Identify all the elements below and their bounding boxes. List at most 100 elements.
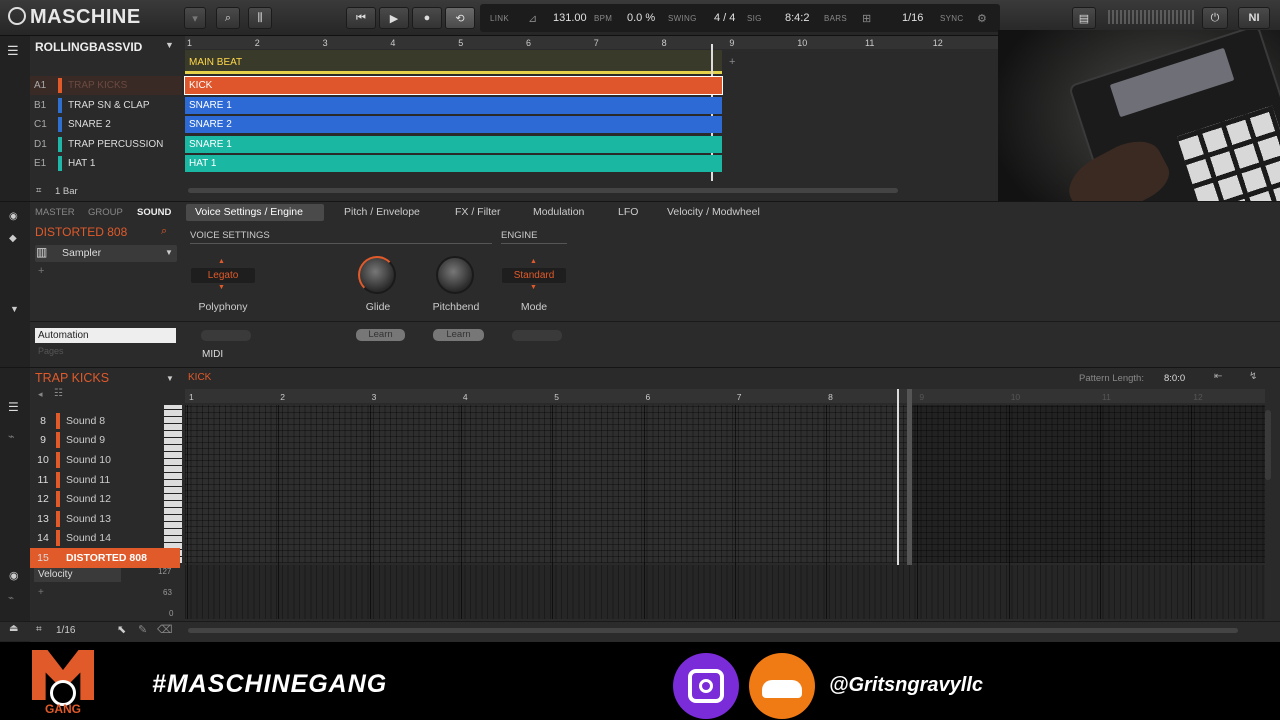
link-label[interactable]: LINK bbox=[490, 14, 509, 23]
tab-group[interactable]: GROUP bbox=[88, 207, 123, 218]
plugin-slot[interactable] bbox=[35, 245, 177, 262]
sync-label[interactable]: SYNC bbox=[940, 14, 963, 23]
glide-learn-button[interactable]: Learn bbox=[356, 329, 405, 341]
sound-row[interactable]: 13 Sound 13 bbox=[30, 509, 180, 529]
pattern-clip[interactable]: SNARE 2 bbox=[185, 116, 722, 134]
pattern-clip[interactable]: SNARE 1 bbox=[185, 135, 722, 153]
project-dropdown-icon[interactable]: ▼ bbox=[165, 40, 174, 50]
eject-icon[interactable]: ⏏ bbox=[9, 623, 18, 634]
pitchbend-knob[interactable] bbox=[436, 256, 474, 294]
polyphony-down-icon[interactable]: ▼ bbox=[218, 284, 225, 291]
midi-edit-icon[interactable]: ⌁ bbox=[8, 593, 14, 604]
automation-field[interactable]: Automation bbox=[35, 328, 176, 343]
pattern-length-value[interactable]: 8:0:0 bbox=[1164, 373, 1185, 384]
velocity-icon[interactable]: ◉ bbox=[9, 569, 19, 582]
scene-lane[interactable] bbox=[185, 50, 722, 72]
pattern-menu-icon[interactable]: ☰ bbox=[8, 400, 19, 414]
zoom-icon[interactable]: ⇤ bbox=[1214, 371, 1222, 382]
tab-velocity-modwheel[interactable]: Velocity / Modwheel bbox=[667, 206, 760, 218]
swing-value[interactable]: 0.0 % bbox=[627, 12, 655, 24]
sound-back-icon[interactable]: ◂ bbox=[38, 389, 43, 400]
mode-selector[interactable]: Standard bbox=[502, 268, 566, 283]
browser-search-icon[interactable]: ⌕ bbox=[216, 7, 240, 29]
sound-list-icon[interactable]: ☷ bbox=[54, 388, 63, 399]
group-row[interactable]: A1 TRAP KICKS bbox=[30, 76, 182, 95]
mode-down-icon[interactable]: ▼ bbox=[530, 284, 537, 291]
restart-button[interactable]: ⏮ bbox=[346, 7, 376, 29]
pattern-clip[interactable]: KICK bbox=[184, 76, 723, 95]
play-button[interactable]: ▶ bbox=[379, 7, 409, 29]
mixer-icon[interactable]: ⫼ bbox=[248, 7, 272, 29]
arranger-menu-icon[interactable]: ☰ bbox=[7, 43, 19, 59]
plugin-name[interactable]: Sampler bbox=[62, 247, 101, 259]
sound-row[interactable]: 12 Sound 12 bbox=[30, 489, 180, 509]
sound-row[interactable]: 15 DISTORTED 808 bbox=[30, 548, 180, 568]
quantize-value[interactable]: 1/16 bbox=[902, 12, 923, 24]
glide-knob[interactable] bbox=[358, 256, 396, 294]
sound-search-icon[interactable]: ⌕ bbox=[161, 225, 167, 238]
sound-row[interactable]: 9 Sound 9 bbox=[30, 431, 180, 451]
collapse-icon[interactable]: ▼ bbox=[10, 304, 19, 314]
tab-lfo[interactable]: LFO bbox=[618, 206, 638, 218]
keyboard-view-icon[interactable]: ⌁ bbox=[8, 430, 15, 443]
group-row[interactable]: C1 SNARE 2 bbox=[30, 115, 182, 134]
polyphony-up-icon[interactable]: ▲ bbox=[218, 258, 225, 265]
pitchbend-learn-button[interactable]: Learn bbox=[433, 329, 484, 341]
add-plugin-icon[interactable]: + bbox=[38, 265, 44, 277]
bar-length[interactable]: 1 Bar bbox=[55, 186, 78, 197]
loop-button[interactable]: ⟲ bbox=[445, 7, 475, 29]
tab-master[interactable]: MASTER bbox=[35, 207, 75, 218]
plugin-icon[interactable]: ◆ bbox=[9, 233, 17, 244]
add-scene-icon[interactable]: + bbox=[729, 56, 735, 68]
group-row[interactable]: D1 TRAP PERCUSSION bbox=[30, 135, 182, 154]
group-row[interactable]: E1 HAT 1 bbox=[30, 154, 182, 173]
tempo-value[interactable]: 131.00 bbox=[553, 12, 587, 24]
sound-name[interactable]: DISTORTED 808 bbox=[35, 225, 127, 239]
scene-label[interactable]: MAIN BEAT bbox=[189, 57, 242, 68]
tab-fx-filter[interactable]: FX / Filter bbox=[455, 206, 501, 218]
pointer-tool-icon[interactable]: ⬉ bbox=[117, 623, 126, 636]
tab-voice-settings[interactable]: Voice Settings / Engine bbox=[195, 206, 303, 218]
pages-label[interactable]: Pages bbox=[38, 346, 64, 356]
step-grid-icon[interactable]: ⌗ bbox=[36, 624, 42, 635]
group-name[interactable]: TRAP KICKS bbox=[35, 371, 109, 385]
record-button[interactable]: ● bbox=[412, 7, 442, 29]
pattern-clip[interactable]: SNARE 1 bbox=[185, 96, 722, 114]
grid-icon[interactable]: ⌗ bbox=[36, 185, 41, 196]
mode-slot[interactable] bbox=[512, 330, 562, 341]
pattern-clip[interactable]: HAT 1 bbox=[185, 155, 722, 173]
tab-sound[interactable]: SOUND bbox=[137, 207, 171, 218]
tab-pitch-envelope[interactable]: Pitch / Envelope bbox=[344, 206, 420, 218]
group-dropdown-icon[interactable]: ▼ bbox=[166, 374, 174, 383]
pattern-scrollbar[interactable] bbox=[188, 628, 1238, 633]
project-name[interactable]: ROLLINGBASSVID bbox=[35, 40, 142, 54]
group-row[interactable]: B1 TRAP SN & CLAP bbox=[30, 96, 182, 115]
sound-row[interactable]: 10 Sound 10 bbox=[30, 450, 180, 470]
settings-gear-icon[interactable]: ⚙ bbox=[977, 12, 987, 25]
pattern-vscroll[interactable] bbox=[1265, 410, 1271, 480]
erase-tool-icon[interactable]: ⌫ bbox=[157, 623, 173, 636]
pattern-name[interactable]: KICK bbox=[188, 372, 211, 383]
pencil-tool-icon[interactable]: ✎ bbox=[138, 623, 147, 636]
sound-row[interactable]: 11 Sound 11 bbox=[30, 470, 180, 490]
polyphony-selector[interactable]: Legato bbox=[191, 268, 255, 283]
ni-logo[interactable]: NI bbox=[1238, 7, 1270, 29]
channel-icon[interactable]: ◉ bbox=[9, 211, 18, 222]
step-size[interactable]: 1/16 bbox=[56, 625, 75, 636]
follow-icon[interactable]: ⊞ bbox=[862, 12, 871, 25]
sound-row[interactable]: 14 Sound 14 bbox=[30, 529, 180, 549]
timeline-ruler[interactable] bbox=[185, 36, 998, 49]
mode-up-icon[interactable]: ▲ bbox=[530, 258, 537, 265]
menu-dropdown-icon[interactable]: ▾ bbox=[184, 7, 206, 29]
add-lane-icon[interactable]: + bbox=[38, 587, 44, 598]
arranger-scrollbar[interactable] bbox=[188, 188, 898, 193]
tab-modulation[interactable]: Modulation bbox=[533, 206, 584, 218]
power-icon[interactable]: ⏻ bbox=[1202, 7, 1228, 29]
follow-playhead-icon[interactable]: ↯ bbox=[1249, 371, 1257, 382]
signature-value[interactable]: 4 / 4 bbox=[714, 12, 735, 24]
velocity-lane[interactable] bbox=[185, 565, 1265, 619]
sound-row[interactable]: 8 Sound 8 bbox=[30, 411, 180, 431]
plugin-dropdown-icon[interactable]: ▼ bbox=[165, 248, 173, 257]
view-toggle-icon[interactable]: ▤ bbox=[1072, 7, 1096, 29]
metronome-icon[interactable]: ⊿ bbox=[528, 12, 537, 25]
